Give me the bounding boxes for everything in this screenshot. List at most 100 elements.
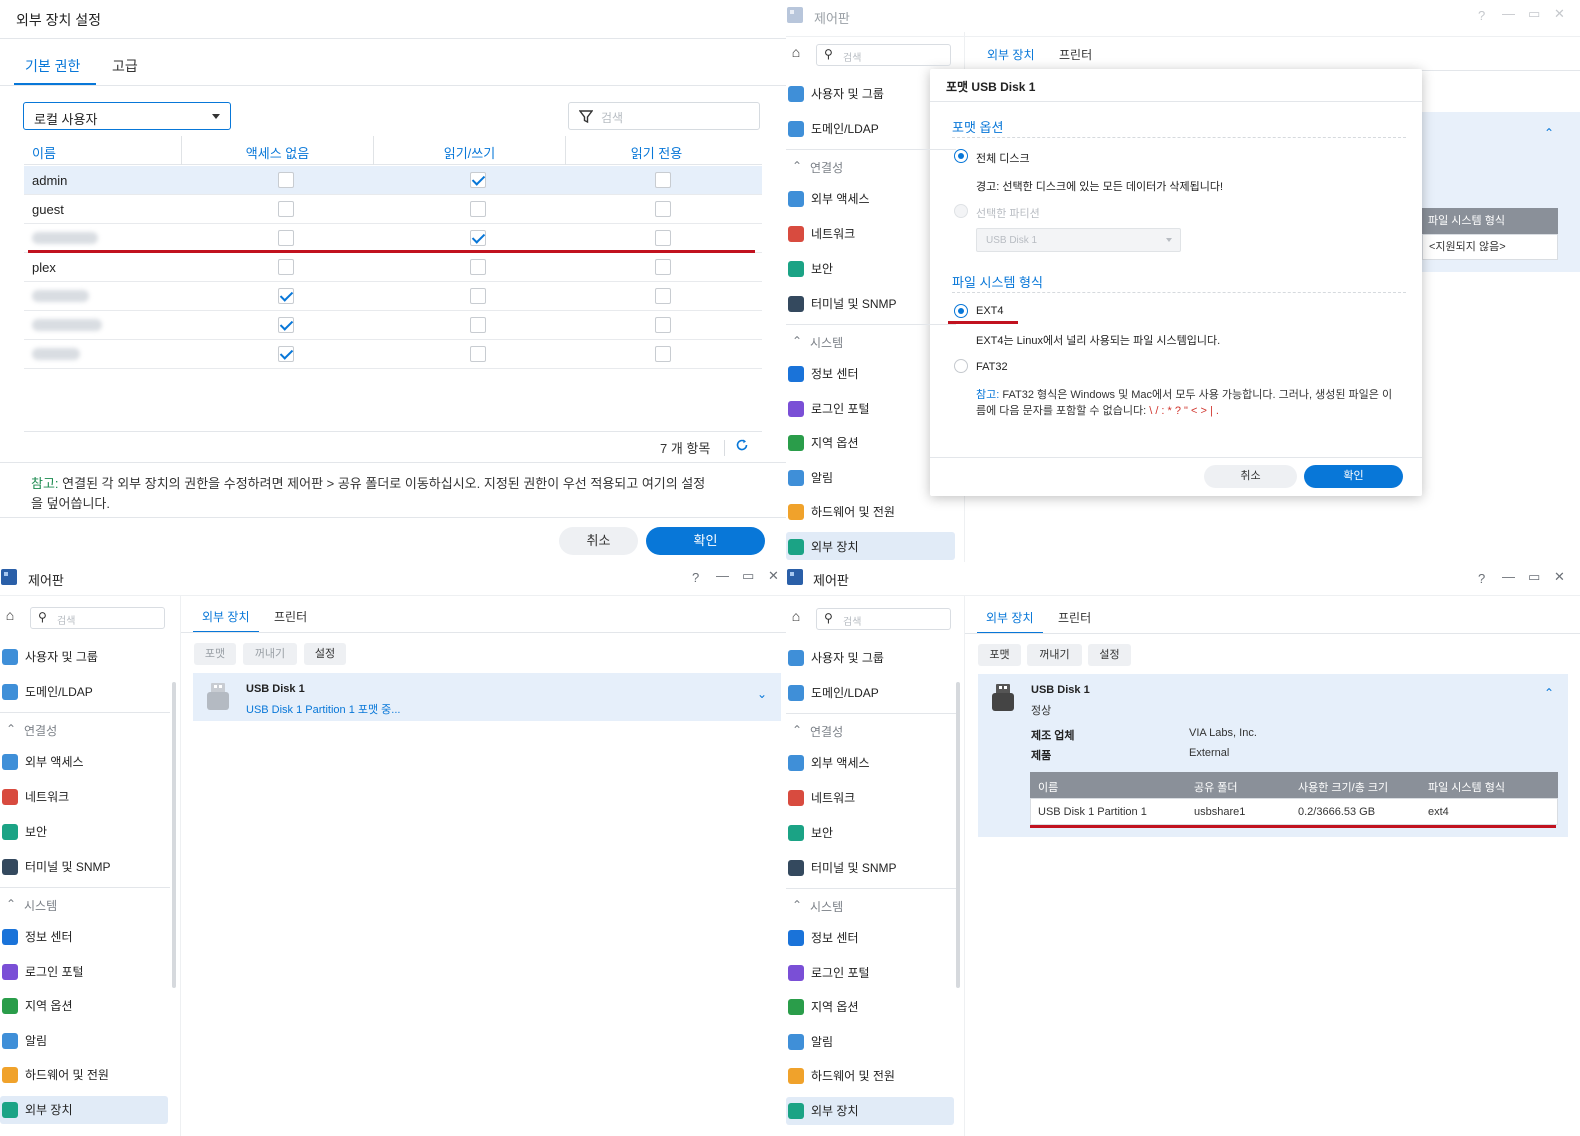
sidebar-item[interactable]: 사용자 및 그룹 [2,647,162,667]
minimize-icon[interactable]: — [1502,6,1515,21]
sidebar-item[interactable]: 알림 [788,468,948,488]
sidebar-item[interactable]: 로그인 포털 [788,963,948,983]
sidebar-item[interactable]: 네트워크 [2,787,162,807]
settings-button[interactable]: 설정 [304,643,346,665]
sidebar-item[interactable]: 터미널 및 SNMP [2,857,162,877]
table-row[interactable]: USB Disk 1 Partition 1 usbshare1 0.2/366… [1030,798,1558,825]
section-system[interactable]: 시스템 [24,897,57,914]
maximize-icon[interactable]: ▭ [1528,6,1540,22]
format-button[interactable]: 포맷 [194,643,236,665]
partition-select[interactable]: USB Disk 1 [976,228,1181,252]
sidebar-item[interactable]: 터미널 및 SNMP [788,858,948,878]
sidebar-item[interactable]: 정보 센터 [788,364,948,384]
table-row[interactable]: guest [24,195,762,224]
table-row[interactable] [24,311,762,340]
section-system[interactable]: 시스템 [810,898,843,915]
home-icon[interactable]: ⌂ [0,607,20,627]
col-read-write[interactable]: 읽기/쓰기 [374,143,565,162]
eject-button[interactable]: 꺼내기 [1027,644,1082,666]
fat32-label[interactable]: FAT32 [976,361,1008,373]
sidebar-search-input[interactable]: ⚲ 검색 [816,44,951,66]
col-no-access[interactable]: 액세스 없음 [182,143,373,162]
ext4-label[interactable]: EXT4 [976,305,1004,317]
tab-printer[interactable]: 프린터 [1058,609,1091,626]
col-fs-type[interactable]: 파일 시스템 형식 [1428,779,1505,795]
sidebar-item[interactable]: 지역 옵션 [788,997,948,1017]
sidebar-item[interactable]: 지역 옵션 [2,996,162,1016]
sidebar-item[interactable]: 네트워크 [788,788,948,808]
sidebar-scrollbar[interactable] [956,682,960,988]
sidebar-item[interactable]: 하드웨어 및 전원 [788,1066,948,1086]
sidebar-item[interactable]: 외부 장치 [2,1100,162,1120]
tab-external-devices[interactable]: 외부 장치 [987,46,1035,63]
no-access-checkbox[interactable] [278,317,294,333]
minimize-icon[interactable]: — [1502,569,1515,584]
tab-external-devices[interactable]: 외부 장치 [202,608,250,625]
sidebar-item[interactable]: 외부 장치 [788,537,948,557]
read-write-checkbox[interactable] [470,230,486,246]
read-only-checkbox[interactable] [655,172,671,188]
read-only-checkbox[interactable] [655,230,671,246]
sidebar-item[interactable]: 지역 옵션 [788,433,948,453]
whole-disk-label[interactable]: 전체 디스크 [976,150,1030,166]
section-toggle-icon[interactable]: ⌃ [6,897,16,911]
ok-button[interactable]: 확인 [1304,465,1403,488]
tab-basic-permissions[interactable]: 기본 권한 [25,56,80,76]
maximize-icon[interactable]: ▭ [1528,569,1540,585]
sidebar-item[interactable]: 터미널 및 SNMP [788,294,948,314]
sidebar-item[interactable]: 외부 액세스 [788,753,948,773]
sidebar-item[interactable]: 도메인/LDAP [788,683,948,703]
help-icon[interactable]: ? [1478,8,1485,23]
section-connectivity[interactable]: 연결성 [810,723,843,740]
cancel-button[interactable]: 취소 [1204,465,1297,488]
table-row[interactable] [24,340,762,369]
section-connectivity[interactable]: 연결성 [810,159,843,176]
sidebar-item[interactable]: 도메인/LDAP [2,682,162,702]
close-icon[interactable]: ✕ [1554,569,1565,585]
cancel-button[interactable]: 취소 [559,527,638,555]
col-name[interactable]: 이름 [1038,779,1058,795]
section-toggle-icon[interactable]: ⌃ [792,898,802,912]
sidebar-item[interactable]: 알림 [788,1032,948,1052]
home-icon[interactable]: ⌂ [786,44,806,64]
sidebar-item[interactable]: 외부 액세스 [788,189,948,209]
sidebar-item[interactable]: 보안 [2,822,162,842]
col-name[interactable]: 이름 [32,143,56,162]
sidebar-item[interactable]: 정보 센터 [2,927,162,947]
table-row[interactable]: plex [24,253,762,282]
sidebar-item[interactable]: 보안 [788,259,948,279]
read-only-checkbox[interactable] [655,317,671,333]
chevron-up-icon[interactable]: ⌃ [1544,126,1554,140]
sidebar-search-input[interactable]: ⚲ 검색 [816,608,951,630]
refresh-icon[interactable] [735,438,749,457]
whole-disk-radio[interactable] [954,149,968,163]
table-row[interactable] [24,224,762,253]
chevron-up-icon[interactable]: ⌃ [1544,686,1554,700]
tab-printer[interactable]: 프린터 [274,608,307,625]
fat32-radio[interactable] [954,359,968,373]
user-type-dropdown[interactable]: 로컬 사용자 [23,102,231,130]
no-access-checkbox[interactable] [278,346,294,362]
read-only-checkbox[interactable] [655,288,671,304]
read-only-checkbox[interactable] [655,201,671,217]
section-toggle-icon[interactable]: ⌃ [6,722,16,736]
sidebar-item[interactable]: 외부 액세스 [2,752,162,772]
no-access-checkbox[interactable] [278,201,294,217]
sidebar-item[interactable]: 외부 장치 [788,1101,948,1121]
col-read-only[interactable]: 읽기 전용 [566,143,747,162]
read-write-checkbox[interactable] [470,201,486,217]
section-toggle-icon[interactable]: ⌃ [792,723,802,737]
section-toggle-icon[interactable]: ⌃ [792,334,802,348]
close-icon[interactable]: ✕ [768,568,779,584]
col-used-total[interactable]: 사용한 크기/총 크기 [1298,779,1388,795]
read-write-checkbox[interactable] [470,259,486,275]
sidebar-item[interactable]: 정보 센터 [788,928,948,948]
read-only-checkbox[interactable] [655,346,671,362]
tab-advanced[interactable]: 고급 [112,56,138,76]
home-icon[interactable]: ⌂ [786,608,806,628]
sidebar-item[interactable]: 하드웨어 및 전원 [2,1065,162,1085]
table-row[interactable] [24,282,762,311]
ext4-radio[interactable] [954,304,968,318]
sidebar-item[interactable]: 사용자 및 그룹 [788,648,948,668]
no-access-checkbox[interactable] [278,230,294,246]
